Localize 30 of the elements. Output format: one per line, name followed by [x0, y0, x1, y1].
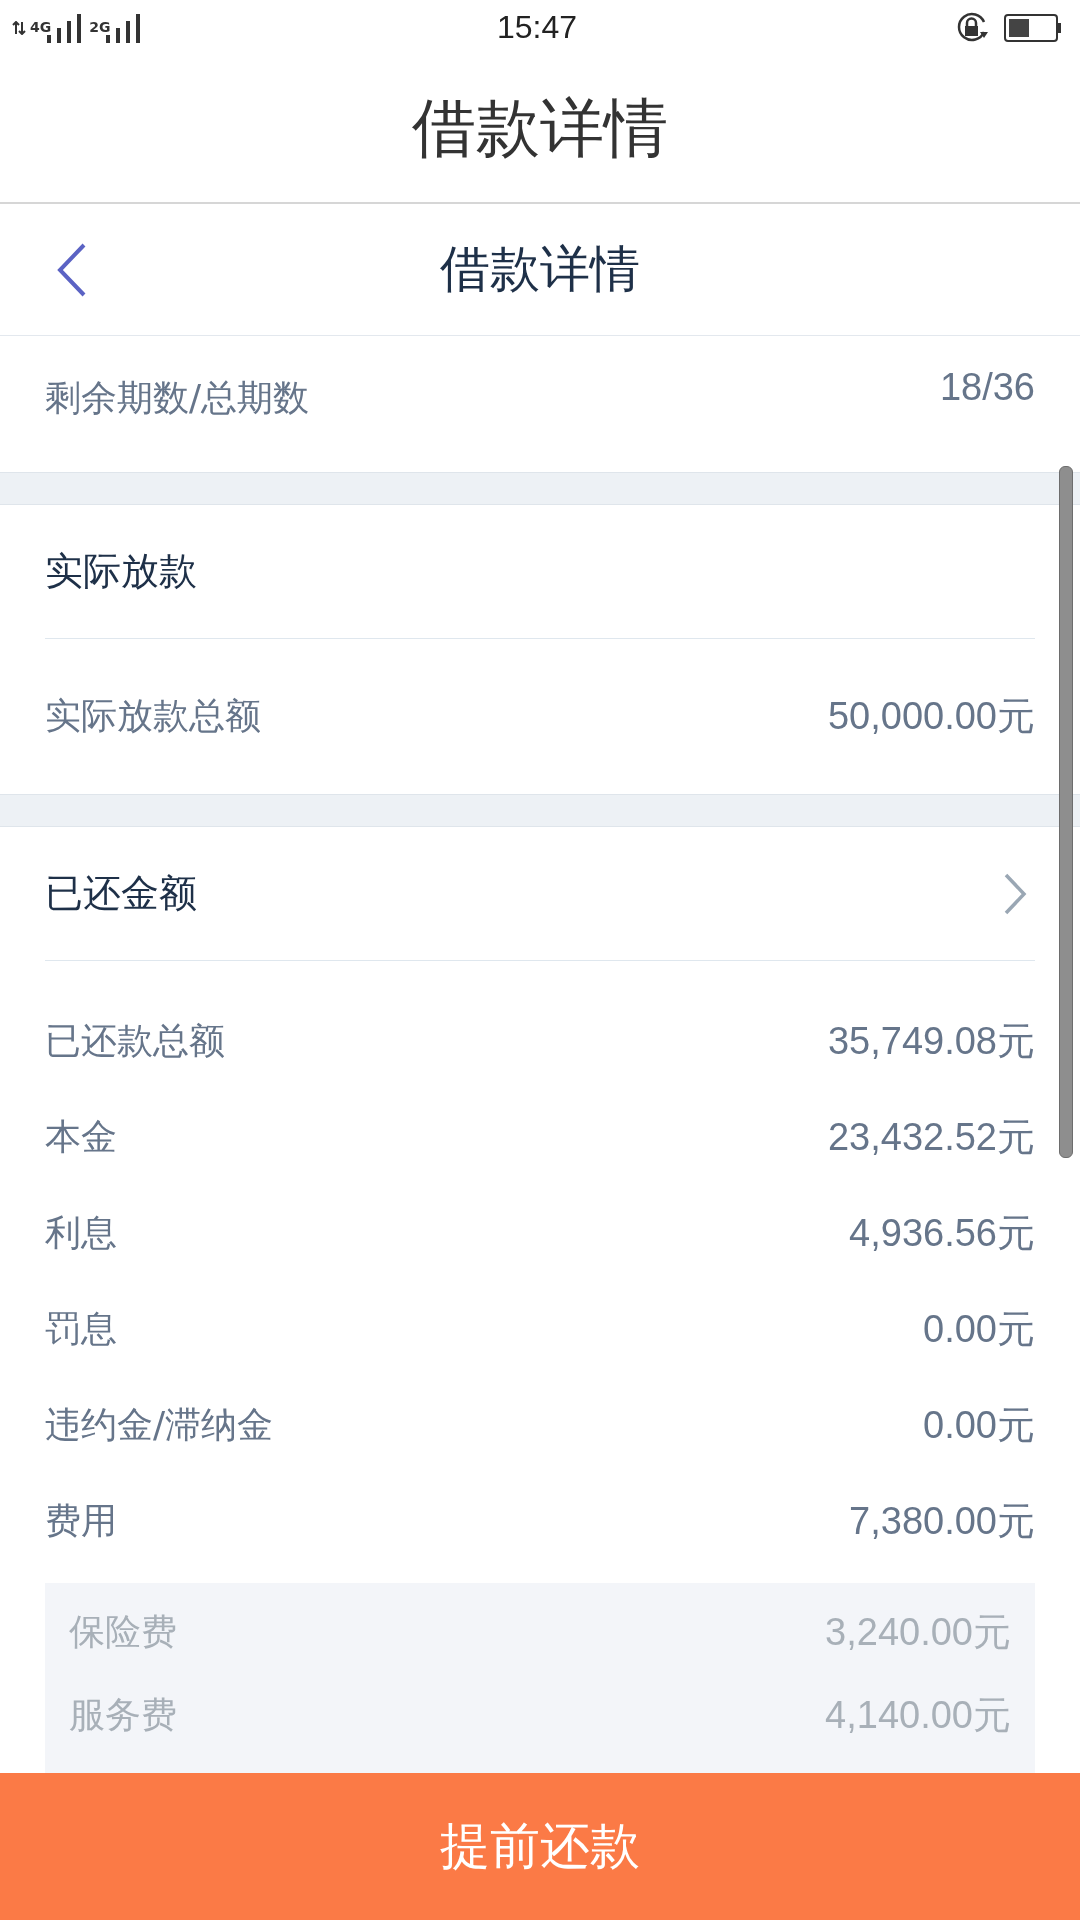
- section-title: 已还金额: [45, 870, 197, 917]
- section-header[interactable]: 已还金额: [45, 827, 1035, 961]
- network-label: 4G: [30, 18, 52, 35]
- row-label: 费用: [45, 1498, 117, 1543]
- row-label: 已还款总额: [45, 1018, 225, 1063]
- app-title: 借款详情: [412, 90, 668, 167]
- row-label: 利息: [45, 1210, 117, 1255]
- row-label: 本金: [45, 1114, 117, 1159]
- status-time: 15:47: [496, 9, 578, 46]
- row-value: 18/36: [939, 366, 1035, 409]
- row-value: 35,749.08元: [827, 1018, 1035, 1064]
- row-label: 保险费: [69, 1610, 177, 1654]
- row-value: 50,000.00元: [827, 694, 1035, 739]
- network-label: 2G: [89, 18, 111, 35]
- data-arrows-icon: [12, 20, 26, 35]
- row-value: 0.00元: [923, 1402, 1035, 1448]
- row-value: 7,380.00元: [849, 1498, 1035, 1544]
- row-value: 0.00元: [923, 1306, 1035, 1352]
- row-label: 违约金/滞纳金: [45, 1402, 274, 1447]
- page-title: 借款详情: [440, 239, 640, 300]
- row-value: 4,936.56元: [849, 1210, 1035, 1256]
- row-value: 3,240.00元: [825, 1610, 1011, 1655]
- row-label: 罚息: [45, 1306, 117, 1351]
- row-label: 服务费: [69, 1693, 177, 1737]
- row-label: 实际放款总额: [45, 694, 261, 738]
- row-value: 4,140.00元: [825, 1693, 1011, 1738]
- row-value: 23,432.52元: [827, 1114, 1035, 1160]
- battery-icon: [1004, 13, 1062, 42]
- section-title: 实际放款: [45, 548, 197, 595]
- row-label: 剩余期数/总期数: [45, 376, 310, 420]
